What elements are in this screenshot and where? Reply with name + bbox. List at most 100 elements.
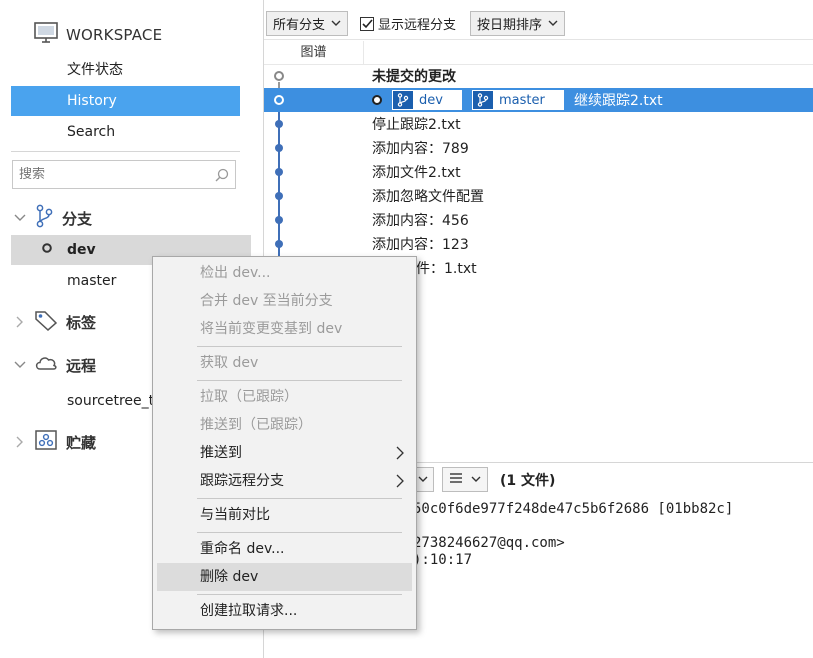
graph-node bbox=[275, 192, 283, 200]
chevron-right-icon[interactable] bbox=[14, 436, 26, 448]
history-toolbar: 所有分支 显示远程分支 按日期排序 bbox=[264, 8, 813, 40]
menu-item-push-tracked[interactable]: 推送到（已跟踪） bbox=[157, 411, 412, 439]
commit-row[interactable]: 添加内容：123 bbox=[264, 232, 813, 256]
view-mode-dropdown[interactable] bbox=[414, 467, 434, 492]
graph-column-header: 图谱 bbox=[264, 41, 813, 65]
head-indicator-icon bbox=[372, 95, 382, 105]
chevron-down-icon[interactable] bbox=[14, 361, 26, 369]
graph-node bbox=[275, 168, 283, 176]
commit-hash: 50c0f6de977f248de47c5b6f2686 [01bb82c] bbox=[413, 501, 734, 517]
menu-separator bbox=[197, 498, 402, 499]
commit-author: 2738246627@qq.com> bbox=[413, 535, 565, 551]
section-remotes-label: 远程 bbox=[66, 356, 97, 375]
commit-message: 停止跟踪2.txt bbox=[372, 117, 461, 133]
cloud-icon bbox=[34, 354, 58, 376]
menu-separator bbox=[197, 532, 402, 533]
menu-item-fetch[interactable]: 获取 dev bbox=[157, 349, 412, 377]
commit-date: ):10:17 bbox=[413, 552, 473, 568]
branch-context-menu: 检出 dev... 合并 dev 至当前分支 将当前变更变基到 dev 获取 d… bbox=[152, 256, 417, 630]
graph-node bbox=[274, 71, 284, 81]
menu-item-rename[interactable]: 重命名 dev... bbox=[157, 535, 412, 563]
checkbox-icon[interactable] bbox=[360, 16, 375, 31]
branch-icon bbox=[473, 91, 493, 109]
monitor-icon bbox=[34, 22, 58, 48]
commit-message: 件：1.txt bbox=[416, 261, 477, 277]
commit-row[interactable]: 停止跟踪2.txt bbox=[264, 112, 813, 136]
branch-filter-value: 所有分支 bbox=[273, 18, 326, 33]
menu-item-merge[interactable]: 合并 dev 至当前分支 bbox=[157, 287, 412, 315]
menu-item-checkout[interactable]: 检出 dev... bbox=[157, 259, 412, 287]
chevron-right-icon bbox=[396, 439, 404, 467]
commit-row-selected[interactable]: dev master 继续跟踪2.txt bbox=[264, 88, 813, 112]
section-tags[interactable]: 标签 bbox=[14, 309, 96, 335]
tag-icon bbox=[34, 309, 58, 335]
menu-item-label: 推送到 bbox=[200, 445, 242, 461]
graph-node bbox=[275, 240, 283, 248]
section-stashes-label: 贮藏 bbox=[66, 433, 97, 452]
section-stashes[interactable]: 贮藏 bbox=[14, 429, 96, 455]
branch-tag-label: master bbox=[499, 92, 545, 108]
branch-icon bbox=[34, 204, 54, 232]
commit-message: 添加文件2.txt bbox=[372, 165, 461, 181]
chevron-right-icon[interactable] bbox=[14, 316, 26, 328]
branch-name: master bbox=[67, 273, 117, 289]
section-remotes[interactable]: 远程 bbox=[14, 354, 96, 376]
chevron-down-icon[interactable] bbox=[14, 214, 26, 222]
chevron-down-icon bbox=[331, 16, 341, 31]
section-tags-label: 标签 bbox=[66, 313, 97, 332]
nav-search[interactable]: Search bbox=[11, 117, 240, 147]
sort-value: 按日期排序 bbox=[477, 18, 543, 33]
menu-separator bbox=[197, 380, 402, 381]
commit-message: 添加内容：456 bbox=[372, 213, 469, 229]
menu-item-rebase[interactable]: 将当前变更变基到 dev bbox=[157, 315, 412, 343]
list-mode-dropdown[interactable] bbox=[442, 467, 488, 492]
branch-name: dev bbox=[67, 242, 96, 258]
branch-tag-master[interactable]: master bbox=[472, 90, 564, 110]
section-branches[interactable]: 分支 bbox=[14, 204, 92, 232]
commit-row[interactable]: 添加文件2.txt bbox=[264, 160, 813, 184]
chevron-right-icon bbox=[396, 467, 404, 495]
list-icon bbox=[449, 472, 463, 488]
menu-item-track-remote[interactable]: 跟踪远程分支 bbox=[157, 467, 412, 495]
menu-item-delete[interactable]: 删除 dev bbox=[157, 563, 412, 591]
commit-row[interactable]: 添加忽略文件配置 bbox=[264, 184, 813, 208]
menu-item-push-to[interactable]: 推送到 bbox=[157, 439, 412, 467]
branch-tag-dev[interactable]: dev bbox=[392, 90, 462, 110]
commit-row[interactable]: 添加内容：456 bbox=[264, 208, 813, 232]
sort-dropdown[interactable]: 按日期排序 bbox=[470, 11, 566, 36]
commit-message: 添加内容：789 bbox=[372, 141, 469, 157]
menu-item-label: 跟踪远程分支 bbox=[200, 473, 284, 489]
graph-column-title[interactable]: 图谱 bbox=[264, 41, 364, 65]
graph-node bbox=[275, 216, 283, 224]
branch-tag-label: dev bbox=[419, 92, 443, 108]
show-remote-label: 显示远程分支 bbox=[378, 18, 457, 33]
chevron-down-icon bbox=[471, 472, 481, 487]
workspace-header: WORKSPACE bbox=[34, 22, 162, 48]
menu-separator bbox=[197, 594, 402, 595]
chevron-down-icon bbox=[418, 472, 428, 487]
menu-item-pull-tracked[interactable]: 拉取（已跟踪） bbox=[157, 383, 412, 411]
search-icon[interactable] bbox=[209, 168, 235, 182]
graph-node bbox=[275, 144, 283, 152]
graph-node bbox=[275, 120, 283, 128]
chevron-down-icon bbox=[548, 16, 558, 31]
nav-divider bbox=[11, 151, 240, 152]
commit-row-uncommitted[interactable]: 未提交的更改 bbox=[264, 64, 813, 88]
nav-file-status[interactable]: 文件状态 bbox=[11, 55, 240, 85]
menu-separator bbox=[197, 346, 402, 347]
menu-item-diff-current[interactable]: 与当前对比 bbox=[157, 501, 412, 529]
sidebar-search-input[interactable] bbox=[19, 167, 209, 182]
stash-icon bbox=[34, 429, 58, 455]
sidebar-search bbox=[12, 160, 236, 189]
branch-filter-dropdown[interactable]: 所有分支 bbox=[266, 11, 349, 36]
current-branch-icon bbox=[41, 242, 53, 258]
menu-item-create-pull-request[interactable]: 创建拉取请求... bbox=[157, 597, 412, 625]
commit-row[interactable]: 添加内容：789 bbox=[264, 136, 813, 160]
commit-message: 添加忽略文件配置 bbox=[372, 189, 484, 205]
commit-message: 未提交的更改 bbox=[372, 69, 456, 85]
section-branches-label: 分支 bbox=[62, 209, 93, 228]
commit-message: 继续跟踪2.txt bbox=[574, 93, 663, 109]
show-remote-checkbox[interactable]: 显示远程分支 bbox=[360, 14, 456, 33]
commit-message: 添加内容：123 bbox=[372, 237, 469, 253]
nav-history[interactable]: History bbox=[11, 86, 240, 116]
